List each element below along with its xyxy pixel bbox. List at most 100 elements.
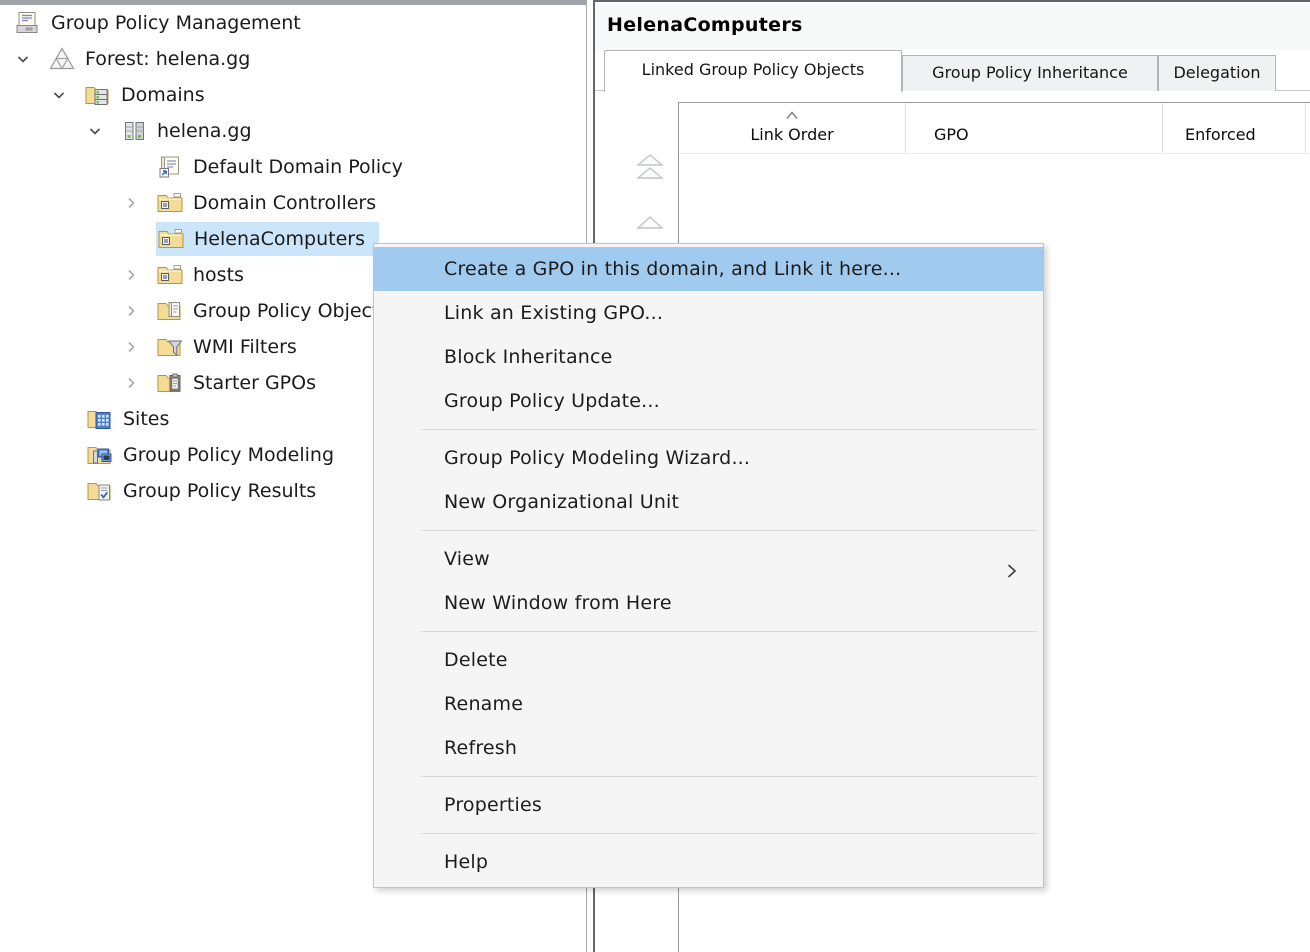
page-title: HelenaComputers: [607, 14, 1310, 36]
results-title-bar: HelenaComputers: [595, 4, 1310, 50]
tree-item-domain-controllers[interactable]: Domain Controllers: [0, 185, 586, 221]
chevron-placeholder: [52, 482, 86, 500]
tree-item-label: Group Policy Results: [123, 480, 316, 502]
chevron-placeholder: [52, 410, 86, 428]
sites-folder-icon: [86, 406, 114, 432]
gp-modeling-icon: [86, 442, 114, 468]
menu-item-label: Group Policy Modeling Wizard...: [444, 447, 750, 469]
tab-label: Linked Group Policy Objects: [642, 60, 865, 79]
tree-item-label: Group Policy Management: [51, 12, 301, 34]
menu-item-new-window-from-here[interactable]: New Window from Here: [374, 581, 1043, 625]
domain-servers-icon: [120, 118, 148, 144]
tree-item-group-policy-management[interactable]: Group Policy Management: [0, 5, 586, 41]
tab-strip: Linked Group Policy Objects Group Policy…: [595, 50, 1310, 91]
tree-item-label: Sites: [123, 408, 169, 430]
tree-item-domains[interactable]: Domains: [0, 77, 586, 113]
chevron-right-icon[interactable]: [122, 194, 156, 212]
tree-item-label: Domains: [121, 84, 205, 106]
column-header-link-order[interactable]: Link Order: [679, 103, 906, 153]
tree-item-domain-helena-gg[interactable]: helena.gg: [0, 113, 586, 149]
menu-item-label: View: [444, 548, 490, 570]
chevron-right-icon[interactable]: [122, 374, 156, 392]
tree-item-label: helena.gg: [157, 120, 252, 142]
menu-item-label: Block Inheritance: [444, 346, 613, 368]
column-header-label: GPO: [934, 125, 969, 144]
domains-folder-icon: [84, 82, 112, 108]
menu-item-label: New Window from Here: [444, 592, 672, 614]
chevron-down-icon[interactable]: [14, 50, 48, 68]
tree-item-label: hosts: [193, 264, 244, 286]
column-header-filler: [1306, 103, 1310, 153]
menu-item-group-policy-update[interactable]: Group Policy Update...: [374, 379, 1043, 423]
tab-group-policy-inheritance[interactable]: Group Policy Inheritance: [902, 55, 1158, 91]
menu-item-label: Properties: [444, 794, 542, 816]
column-header-gpo[interactable]: GPO: [906, 103, 1163, 153]
column-header-label: Link Order: [750, 125, 833, 144]
menu-item-label: Create a GPO in this domain, and Link it…: [444, 258, 901, 280]
chevron-down-icon[interactable]: [50, 86, 84, 104]
menu-item-create-gpo-and-link[interactable]: Create a GPO in this domain, and Link it…: [374, 247, 1043, 291]
menu-separator: [421, 631, 1037, 632]
menu-item-new-organizational-unit[interactable]: New Organizational Unit: [374, 480, 1043, 524]
menu-item-help[interactable]: Help: [374, 840, 1043, 884]
menu-item-link-existing-gpo[interactable]: Link an Existing GPO...: [374, 291, 1043, 335]
move-link-to-top-button[interactable]: [634, 152, 666, 194]
menu-separator: [421, 429, 1037, 430]
menu-item-label: Link an Existing GPO...: [444, 302, 663, 324]
tree-item-label: Group Policy Objects: [193, 300, 389, 322]
menu-item-refresh[interactable]: Refresh: [374, 726, 1043, 770]
menu-item-block-inheritance[interactable]: Block Inheritance: [374, 335, 1043, 379]
tree-item-label: Default Domain Policy: [193, 156, 403, 178]
chevron-placeholder: [122, 158, 156, 176]
ou-folder-icon: [157, 226, 185, 252]
menu-item-rename[interactable]: Rename: [374, 682, 1043, 726]
gp-results-icon: [86, 478, 114, 504]
ou-folder-icon: [156, 262, 184, 288]
tree-item-label: Domain Controllers: [193, 192, 376, 214]
menu-item-group-policy-modeling-wizard[interactable]: Group Policy Modeling Wizard...: [374, 436, 1043, 480]
tree-item-label: Starter GPOs: [193, 372, 316, 394]
tree-item-label: HelenaComputers: [194, 228, 365, 250]
tab-label: Group Policy Inheritance: [932, 63, 1128, 82]
starter-gpos-folder-icon: [156, 370, 184, 396]
menu-item-label: Group Policy Update...: [444, 390, 660, 412]
tree-item-forest[interactable]: Forest: helena.gg: [0, 41, 586, 77]
wmi-filters-folder-icon: [156, 334, 184, 360]
forest-icon: [48, 46, 76, 72]
tab-label: Delegation: [1173, 63, 1260, 82]
menu-separator: [421, 833, 1037, 834]
tab-linked-group-policy-objects[interactable]: Linked Group Policy Objects: [604, 50, 902, 92]
chevron-placeholder: [122, 230, 156, 248]
menu-separator: [421, 776, 1037, 777]
sort-ascending-icon: [784, 105, 800, 124]
menu-separator: [421, 530, 1037, 531]
gpmc-icon: [14, 10, 42, 36]
column-header-label: Enforced: [1185, 125, 1256, 144]
menu-item-label: Help: [444, 851, 488, 873]
tree-item-label: Forest: helena.gg: [85, 48, 250, 70]
menu-item-view[interactable]: View: [374, 537, 1043, 581]
ou-folder-icon: [156, 190, 184, 216]
chevron-right-icon[interactable]: [122, 302, 156, 320]
context-menu: Create a GPO in this domain, and Link it…: [373, 243, 1044, 888]
tab-delegation[interactable]: Delegation: [1158, 55, 1276, 91]
gpmc-window: Group Policy Management Forest: helena.g…: [0, 0, 1310, 952]
gpo-folder-icon: [156, 298, 184, 324]
menu-item-properties[interactable]: Properties: [374, 783, 1043, 827]
tree-item-default-domain-policy[interactable]: Default Domain Policy: [0, 149, 586, 185]
tree-item-label: WMI Filters: [193, 336, 297, 358]
column-header-enforced[interactable]: Enforced: [1163, 103, 1306, 153]
chevron-down-icon[interactable]: [86, 122, 120, 140]
chevron-right-icon[interactable]: [122, 266, 156, 284]
tree-selection-highlight: HelenaComputers: [156, 222, 379, 256]
move-link-up-button[interactable]: [634, 214, 666, 238]
chevron-placeholder: [52, 446, 86, 464]
menu-item-label: Delete: [444, 649, 508, 671]
menu-item-label: New Organizational Unit: [444, 491, 679, 513]
table-header-row: Link Order GPO Enforced: [679, 103, 1310, 154]
tree-item-label: Group Policy Modeling: [123, 444, 334, 466]
chevron-right-icon[interactable]: [122, 338, 156, 356]
gpo-shortcut-icon: [156, 154, 184, 180]
menu-item-delete[interactable]: Delete: [374, 638, 1043, 682]
menu-item-label: Refresh: [444, 737, 517, 759]
